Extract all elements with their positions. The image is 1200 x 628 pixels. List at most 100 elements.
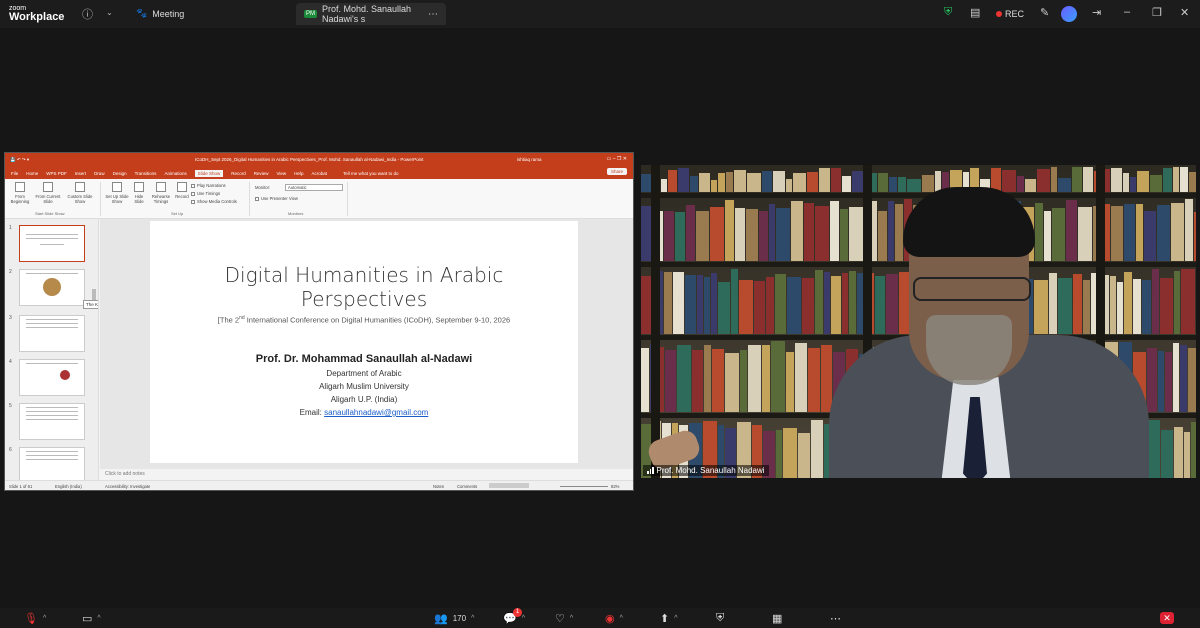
recording-indicator[interactable]: REC: [996, 9, 1024, 19]
participants-button[interactable]: 👥 170 ^: [434, 612, 474, 625]
ribbon-tab[interactable]: Design: [113, 171, 127, 176]
current-slide[interactable]: Digital Humanities in Arabic Perspective…: [150, 221, 578, 463]
ppt-share-button[interactable]: Share: [606, 168, 627, 175]
book-spine: [1147, 348, 1157, 412]
hide-slide-button[interactable]: Hide Slide: [131, 182, 147, 204]
apps-button[interactable]: ▦: [772, 612, 782, 625]
slide-thumbnail[interactable]: [19, 359, 85, 396]
show-media-checkbox[interactable]: Show Media Controls: [191, 199, 237, 204]
book-spine: [842, 176, 851, 192]
ribbon-tab[interactable]: Acrobat: [311, 171, 327, 176]
ribbon-tab[interactable]: View: [277, 171, 287, 176]
ribbon-tab[interactable]: Insert: [75, 171, 86, 176]
tell-me-search[interactable]: Tell me what you want to do: [343, 171, 399, 176]
maximize-icon[interactable]: ❐: [1152, 6, 1162, 19]
ribbon-tab[interactable]: Home: [26, 171, 38, 176]
book-spine: [815, 270, 823, 334]
book-spine: [718, 173, 725, 192]
ribbon-tab[interactable]: Transitions: [135, 171, 157, 176]
companion-icon[interactable]: ✎: [1040, 6, 1049, 19]
paw-icon: 🐾: [136, 8, 148, 18]
chat-button[interactable]: 💬 1 ^: [503, 608, 525, 625]
slide-thumbnails-pane: 1 2 3 4 5 6 The Kalila wa Dimna Edition …: [5, 219, 99, 481]
notes-toggle[interactable]: Notes: [433, 484, 444, 489]
chevron-up-icon[interactable]: ^: [620, 615, 623, 622]
ribbon-tab[interactable]: Draw: [94, 171, 105, 176]
ribbon-tab[interactable]: WPS PDF: [46, 171, 67, 176]
book-spine: [1051, 167, 1057, 192]
book-spine: [710, 207, 724, 261]
from-beginning-button[interactable]: From Beginning: [9, 182, 31, 204]
notes-placeholder[interactable]: Click to add notes: [105, 471, 145, 477]
chevron-up-icon[interactable]: ^: [43, 615, 46, 622]
zoom-level[interactable]: 82%: [611, 484, 619, 489]
monitor-select[interactable]: Automatic: [285, 184, 343, 191]
email-link[interactable]: sanaullahnadawi@gmail.com: [324, 408, 428, 417]
ribbon-tab[interactable]: Review: [254, 171, 269, 176]
presenter-view-checkbox[interactable]: Use Presenter View: [255, 196, 298, 201]
from-current-button[interactable]: From Current Slide: [35, 182, 61, 204]
end-meeting-button[interactable]: ✕: [1160, 612, 1174, 624]
meeting-tab[interactable]: 🐾 Meeting: [136, 8, 184, 19]
comments-toggle[interactable]: Comments: [457, 484, 477, 489]
chevron-up-icon[interactable]: ^: [471, 615, 474, 622]
custom-show-button[interactable]: Custom Slide Show: [65, 182, 95, 204]
notes-icon[interactable]: ▤: [970, 6, 980, 19]
more-button[interactable]: ⋯: [830, 612, 841, 625]
ribbon-tab[interactable]: Help: [294, 171, 303, 176]
slide-thumbnail[interactable]: [19, 225, 85, 262]
chevron-up-icon[interactable]: ^: [97, 615, 100, 622]
security-button[interactable]: ⛨: [716, 612, 724, 625]
chevron-up-icon[interactable]: ^: [522, 615, 525, 622]
ribbon-tab[interactable]: Animations: [164, 171, 186, 176]
minimize-icon[interactable]: –: [1124, 6, 1130, 18]
monitor-label: Monitor:: [255, 185, 271, 190]
slide-thumbnail[interactable]: [19, 315, 85, 352]
accessibility-status[interactable]: Accessibility: Investigate: [105, 484, 150, 489]
leave-panel-icon[interactable]: ⇥: [1092, 6, 1101, 19]
video-button[interactable]: ▭ ^: [82, 612, 101, 625]
chevron-up-icon[interactable]: ^: [570, 615, 573, 622]
ribbon-tab[interactable]: Record: [231, 171, 246, 176]
book-spine: [1142, 280, 1151, 334]
book-spine: [1174, 427, 1183, 478]
reactions-button[interactable]: ♡ ^: [555, 612, 573, 625]
more-icon[interactable]: ⋯: [428, 9, 438, 20]
book-spine: [1072, 167, 1082, 192]
slide-thumbnail[interactable]: [19, 269, 85, 306]
thumb-number: 2: [9, 269, 12, 275]
use-timings-checkbox[interactable]: Use Timings: [191, 191, 220, 196]
book-spine: [692, 350, 703, 412]
ppt-statusbar: Slide 1 of 61 English (India) Accessibil…: [5, 480, 633, 490]
book-spine: [1044, 211, 1051, 261]
shield-icon[interactable]: ⛨: [944, 6, 952, 19]
ribbon-tab[interactable]: File: [11, 171, 18, 176]
screen-share-tab[interactable]: PM Prof. Mohd. Sanaullah Nadawi's s ⋯: [296, 3, 446, 25]
info-icon[interactable]: ⓘ: [82, 6, 93, 22]
mute-button[interactable]: 🎙 ^: [24, 612, 46, 625]
record-meeting-button[interactable]: ◉ ^: [605, 612, 623, 625]
slide-thumbnail[interactable]: [19, 447, 85, 481]
chevron-down-icon[interactable]: ⌄: [106, 8, 113, 17]
book-spine: [776, 208, 790, 261]
participant-video-tile[interactable]: Prof. Mohd. Sanaullah Nadawi: [641, 165, 1196, 478]
book-spine: [740, 350, 747, 412]
book-spine: [802, 278, 814, 334]
chevron-up-icon[interactable]: ^: [674, 615, 677, 622]
book-spine: [922, 175, 934, 192]
share-screen-button[interactable]: ⬆ ^: [660, 612, 678, 625]
play-narrations-checkbox[interactable]: Play Narrations: [191, 183, 226, 188]
close-icon[interactable]: ✕: [1180, 6, 1189, 19]
book-spine: [1148, 420, 1160, 478]
view-buttons[interactable]: [489, 483, 529, 488]
thumb-number: 5: [9, 403, 12, 409]
book-spine: [746, 209, 758, 261]
ai-companion-icon[interactable]: [1061, 6, 1077, 22]
setup-show-button[interactable]: Set Up Slide Show: [105, 182, 129, 204]
slide-thumbnail[interactable]: [19, 403, 85, 440]
rehearse-button[interactable]: Rehearse Timings: [149, 182, 173, 204]
language-status[interactable]: English (India): [55, 484, 82, 489]
record-button[interactable]: Record: [173, 182, 191, 199]
zoom-slider[interactable]: [560, 486, 608, 487]
ribbon-tab[interactable]: Slide Show: [194, 169, 224, 177]
